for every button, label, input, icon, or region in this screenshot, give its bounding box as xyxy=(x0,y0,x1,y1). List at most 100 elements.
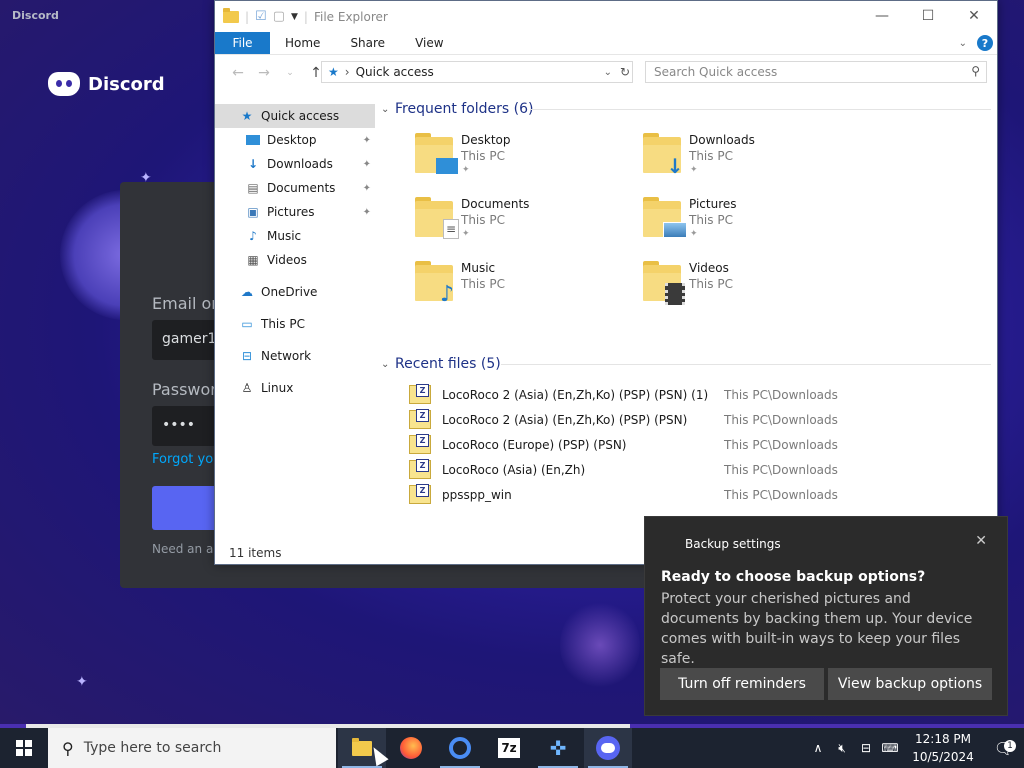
folder-tile-desktop[interactable]: Desktop This PC ✦ xyxy=(415,133,635,189)
address-bar[interactable]: ★ › Quick access ⌄ ↻ xyxy=(321,61,633,83)
window-title: File Explorer xyxy=(313,9,388,24)
refresh-icon[interactable]: ↻ xyxy=(620,65,630,79)
decorative-planet xyxy=(560,600,640,690)
recent-files-header[interactable]: ⌄ Recent files (5) xyxy=(381,354,991,374)
keyboard-icon[interactable]: ⌨ xyxy=(878,741,902,755)
pictures-folder-icon xyxy=(643,197,687,238)
pictures-icon: ▣ xyxy=(247,205,259,219)
nav-item-downloads[interactable]: ↓ Downloads ✦ xyxy=(215,152,375,176)
maximize-icon[interactable]: ☐ xyxy=(905,1,951,31)
notification-body: Protect your cherished pictures and docu… xyxy=(661,591,973,667)
frequent-folders-grid: Desktop This PC ✦ ↓ Downloads This PC ✦ … xyxy=(381,119,991,327)
list-item[interactable]: ppsspp_win This PC\Downloads xyxy=(381,482,991,507)
folder-tile-downloads[interactable]: ↓ Downloads This PC ✦ xyxy=(643,133,863,189)
taskbar-search-input[interactable]: ⚲ Type here to search xyxy=(48,728,336,768)
start-button[interactable] xyxy=(0,728,48,768)
pin-icon: ✦ xyxy=(362,158,371,170)
chrome-taskbar-button[interactable] xyxy=(436,728,484,768)
tab-file[interactable]: File xyxy=(215,32,270,54)
list-item[interactable]: LocoRoco (Europe) (PSP) (PSN) This PC\Do… xyxy=(381,432,991,457)
breadcrumb-chevron-icon[interactable]: › xyxy=(345,65,350,79)
firefox-taskbar-button[interactable] xyxy=(387,728,435,768)
nav-item-onedrive[interactable]: ☁ OneDrive xyxy=(215,280,375,304)
pin-icon: ✦ xyxy=(362,206,371,218)
help-icon[interactable]: ? xyxy=(977,35,993,51)
nav-item-network[interactable]: ⊟ Network xyxy=(215,344,375,368)
search-input[interactable]: Search Quick access ⚲ xyxy=(645,61,987,83)
zip-file-icon xyxy=(409,484,431,504)
pin-icon: ✦ xyxy=(462,229,470,239)
notification-center-button[interactable]: 🗨︎ 1 xyxy=(984,739,1024,758)
pin-icon: ✦ xyxy=(690,165,698,175)
volume-muted-icon[interactable]: 🔇︎ xyxy=(830,741,854,756)
linux-icon: ♙ xyxy=(241,381,253,395)
zip-file-icon xyxy=(409,459,431,479)
turn-off-reminders-button[interactable]: Turn off reminders xyxy=(660,668,824,700)
discord-wordmark: Discord xyxy=(88,73,165,95)
content-pane: ⌄ Frequent folders (6) Desktop This PC ✦… xyxy=(381,99,991,564)
backup-notification: Backup settings ✕ Ready to choose backup… xyxy=(644,516,1008,716)
ppsspp-taskbar-button[interactable]: ✜ xyxy=(534,728,582,768)
address-dropdown-icon[interactable]: ⌄ xyxy=(604,67,612,78)
forgot-password-link[interactable]: Forgot you xyxy=(152,452,221,467)
properties-icon[interactable]: ☑ xyxy=(255,9,267,24)
close-icon[interactable]: ✕ xyxy=(975,533,987,549)
back-icon[interactable]: ← xyxy=(225,65,251,81)
list-item[interactable]: LocoRoco (Asia) (En,Zh) This PC\Download… xyxy=(381,457,991,482)
nav-item-linux[interactable]: ♙ Linux xyxy=(215,376,375,400)
folder-tile-music[interactable]: ♪ Music This PC xyxy=(415,261,635,317)
customize-toolbar-icon[interactable]: ▼ xyxy=(291,12,298,22)
folder-tile-videos[interactable]: Videos This PC xyxy=(643,261,863,317)
nav-item-music[interactable]: ♪ Music xyxy=(215,224,375,248)
collapse-chevron-icon[interactable]: ⌄ xyxy=(381,359,395,370)
system-tray: ∧ 🔇︎ ⊟ ⌨ 12:18 PM 10/5/2024 🗨︎ 1 xyxy=(806,728,1024,768)
minimize-icon[interactable]: — xyxy=(859,1,905,31)
taskbar-search-placeholder: Type here to search xyxy=(83,740,222,756)
music-icon: ♪ xyxy=(249,229,257,243)
tab-share[interactable]: Share xyxy=(335,32,400,54)
search-icon: ⚲ xyxy=(62,738,74,758)
close-icon[interactable]: ✕ xyxy=(951,1,997,31)
view-backup-options-button[interactable]: View backup options xyxy=(828,668,992,700)
clock[interactable]: 12:18 PM 10/5/2024 xyxy=(902,730,984,766)
tab-view[interactable]: View xyxy=(400,32,458,54)
discord-logo: Discord xyxy=(48,72,165,96)
chevron-up-icon[interactable]: ∧ xyxy=(806,741,830,755)
search-placeholder: Search Quick access xyxy=(654,65,778,79)
videos-folder-icon xyxy=(643,261,685,305)
7zip-taskbar-button[interactable]: 7z xyxy=(485,728,533,768)
discord-taskbar-button[interactable] xyxy=(584,728,632,768)
notification-count-badge: 1 xyxy=(1004,739,1016,752)
desktop-folder-icon xyxy=(415,133,458,174)
frequent-folders-header[interactable]: ⌄ Frequent folders (6) xyxy=(381,99,991,119)
recent-locations-icon[interactable]: ⌄ xyxy=(277,68,303,78)
folder-tile-documents[interactable]: ≡ Documents This PC ✦ xyxy=(415,197,635,253)
tab-home[interactable]: Home xyxy=(270,32,335,54)
nav-item-documents[interactable]: ▤ Documents ✦ xyxy=(215,176,375,200)
folder-tile-pictures[interactable]: Pictures This PC ✦ xyxy=(643,197,863,253)
status-bar-item-count: 11 items xyxy=(229,546,282,560)
quick-access-toolbar: | ☑ ▢ ▼ | xyxy=(223,7,308,24)
zip-file-icon xyxy=(409,409,431,429)
nav-item-desktop[interactable]: Desktop ✦ xyxy=(215,128,375,152)
nav-item-videos[interactable]: ▦ Videos xyxy=(215,248,375,272)
list-item[interactable]: LocoRoco 2 (Asia) (En,Zh,Ko) (PSP) (PSN)… xyxy=(381,407,991,432)
window-controls: — ☐ ✕ xyxy=(859,1,997,31)
windows-logo-icon xyxy=(16,740,32,756)
notification-title: Ready to choose backup options? xyxy=(661,569,926,585)
recent-files-list: LocoRoco 2 (Asia) (En,Zh,Ko) (PSP) (PSN)… xyxy=(381,382,991,507)
nav-item-quick-access[interactable]: ★ Quick access xyxy=(215,104,375,128)
network-icon[interactable]: ⊟ xyxy=(854,741,878,755)
list-item[interactable]: LocoRoco 2 (Asia) (En,Zh,Ko) (PSP) (PSN)… xyxy=(381,382,991,407)
nav-item-pictures[interactable]: ▣ Pictures ✦ xyxy=(215,200,375,224)
new-folder-icon[interactable]: ▢ xyxy=(273,9,285,24)
cloud-icon: ☁ xyxy=(241,285,253,299)
expand-ribbon-icon[interactable]: ⌄ xyxy=(959,38,967,49)
pin-icon: ✦ xyxy=(362,182,371,194)
star-icon: ✦ xyxy=(76,674,88,690)
password-label: Passwor xyxy=(152,380,217,399)
nav-item-this-pc[interactable]: ▭ This PC xyxy=(215,312,375,336)
forward-icon[interactable]: → xyxy=(251,65,277,81)
zip-file-icon xyxy=(409,384,431,404)
collapse-chevron-icon[interactable]: ⌄ xyxy=(381,104,395,115)
